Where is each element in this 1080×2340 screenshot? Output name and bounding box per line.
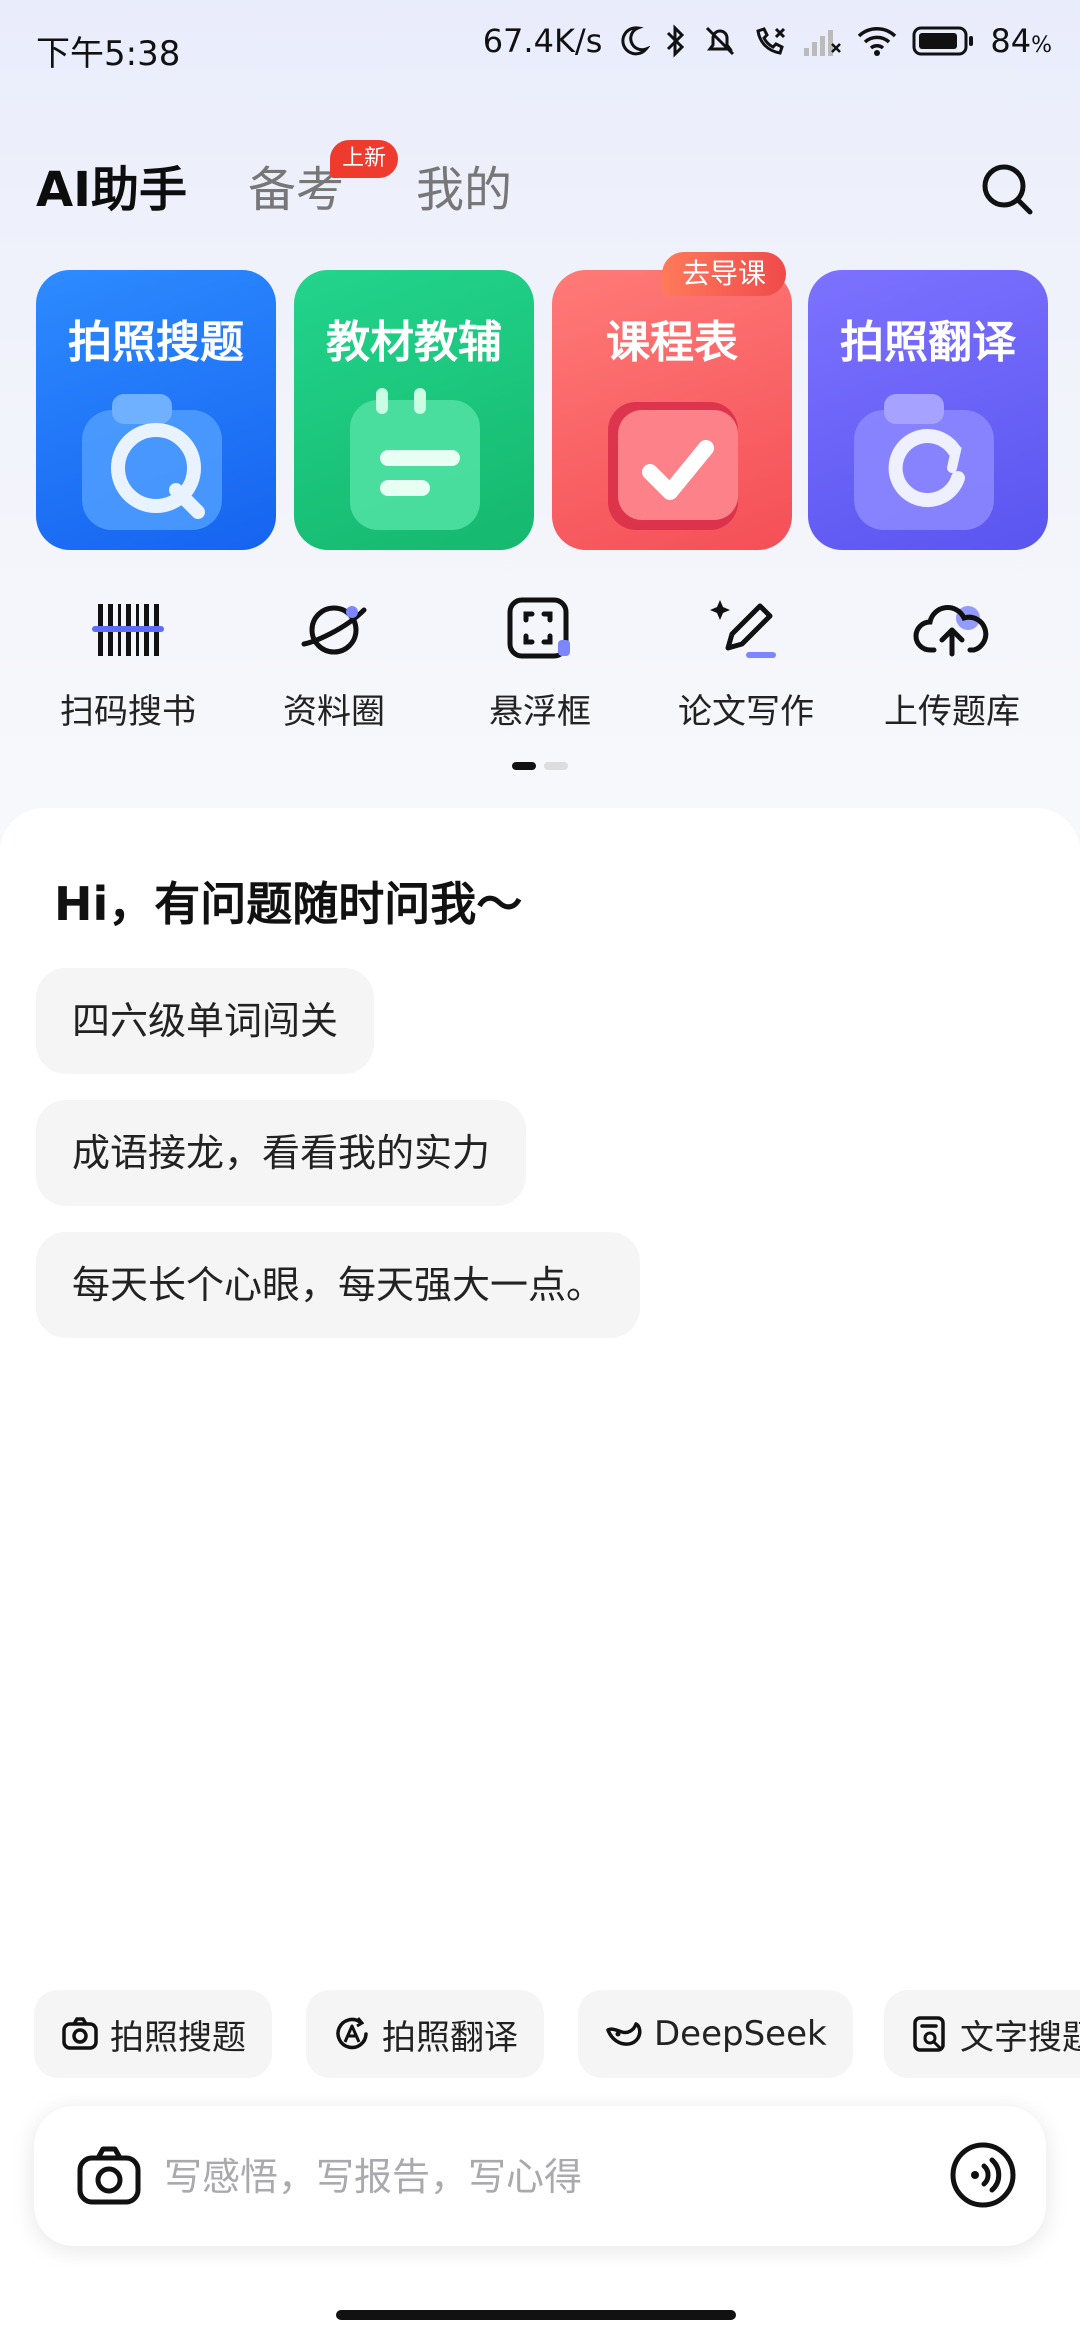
translate-icon (336, 2017, 368, 2050)
page-indicator (512, 762, 568, 770)
quick-deepseek[interactable]: DeepSeek (578, 1990, 853, 2078)
camera-search-icon (82, 394, 222, 530)
cloud-upload-icon (913, 605, 989, 657)
quick-photo-translate[interactable]: 拍照翻译 (306, 1990, 544, 2078)
home-indicator[interactable] (336, 2310, 736, 2320)
voice-input-icon[interactable] (948, 2140, 1018, 2210)
card-schedule[interactable]: 课程表 (552, 270, 792, 550)
tool-label: 上传题库 (884, 692, 1020, 732)
tool-label: 论文写作 (678, 692, 814, 732)
barcode-scan-icon (92, 604, 164, 656)
new-badge: 上新 (330, 140, 399, 178)
camera-icon[interactable] (76, 2142, 142, 2208)
guide-badge: 去导课 (662, 252, 787, 296)
card-title: 课程表 (606, 317, 738, 368)
suggestion-chip[interactable]: 每天长个心眼，每天强大一点。 (36, 1232, 641, 1338)
wifi-icon (858, 27, 897, 56)
card-textbook[interactable]: 教材教辅 (294, 270, 534, 550)
quick-photo-search[interactable]: 拍照搜题 (34, 1990, 272, 2078)
chip-label: DeepSeek (654, 2014, 827, 2054)
tool-label: 资料圈 (283, 692, 385, 732)
tool-label: 悬浮框 (489, 692, 591, 732)
tool-scan-book[interactable]: 扫码搜书 (38, 590, 218, 733)
checklist-icon (608, 402, 738, 530)
mute-bell-icon (706, 26, 735, 56)
tool-materials[interactable]: 资料圈 (244, 590, 424, 733)
tab-mine[interactable]: 我的 (416, 150, 512, 230)
chat-input-bar (34, 2106, 1046, 2246)
bluetooth-icon (667, 24, 685, 58)
chip-label: 拍照翻译 (382, 2017, 518, 2058)
top-nav: AI助手 备考 上新 我的 (0, 140, 1080, 230)
status-icons: 67.4K/s 84% (483, 22, 1052, 60)
planet-icon (301, 605, 367, 655)
chip-label: 文字搜题 (960, 2017, 1080, 2058)
pen-write-icon (710, 600, 776, 658)
status-bar: 下午5:38 67.4K/s 84% (0, 0, 1080, 100)
card-photo-translate[interactable]: 拍照翻译 (808, 270, 1048, 550)
battery-level: 84% (990, 22, 1052, 60)
card-title: 拍照搜题 (68, 317, 244, 368)
call-off-icon (756, 27, 786, 55)
suggestion-chip[interactable]: 四六级单词闯关 (36, 968, 375, 1074)
tool-floating-window[interactable]: 悬浮框 (450, 590, 630, 733)
card-title: 拍照翻译 (840, 317, 1016, 368)
tools-row: 扫码搜书 资料圈 悬浮框 论文写作 上传题库 (0, 590, 1080, 750)
status-time: 下午5:38 (36, 34, 181, 74)
card-title: 教材教辅 (326, 317, 502, 368)
tab-ai-assistant[interactable]: AI助手 (36, 150, 187, 230)
quick-actions: 拍照搜题 拍照翻译 DeepSeek 文字搜题 (0, 1990, 1080, 2080)
moon-icon (621, 26, 651, 56)
search-icon[interactable] (976, 158, 1040, 222)
chat-input[interactable] (162, 2136, 926, 2218)
signal-off-icon (804, 30, 842, 56)
camera-icon (62, 2017, 98, 2050)
battery-icon (912, 26, 974, 56)
card-photo-search[interactable]: 拍照搜题 (36, 270, 276, 550)
deepseek-icon (606, 2022, 642, 2046)
network-speed: 67.4K/s (482, 22, 603, 60)
chip-label: 拍照搜题 (110, 2017, 246, 2058)
page-dot-active (512, 762, 536, 770)
text-search-icon (913, 2016, 945, 2052)
quick-text-search[interactable]: 文字搜题 (884, 1990, 1080, 2078)
greeting-text: Hi，有问题随时问我～ (54, 877, 523, 931)
floating-window-icon (507, 597, 570, 659)
notebook-icon (350, 388, 480, 530)
tool-upload-bank[interactable]: 上传题库 (862, 590, 1042, 733)
page-dot (544, 762, 568, 770)
suggestion-chip[interactable]: 成语接龙，看看我的实力 (36, 1100, 527, 1206)
tool-paper-writing[interactable]: 论文写作 (656, 590, 836, 733)
tool-label: 扫码搜书 (60, 692, 196, 732)
translate-camera-icon (854, 394, 994, 530)
feature-cards: 拍照搜题 教材教辅 课程表 拍照翻译 (36, 270, 1048, 552)
